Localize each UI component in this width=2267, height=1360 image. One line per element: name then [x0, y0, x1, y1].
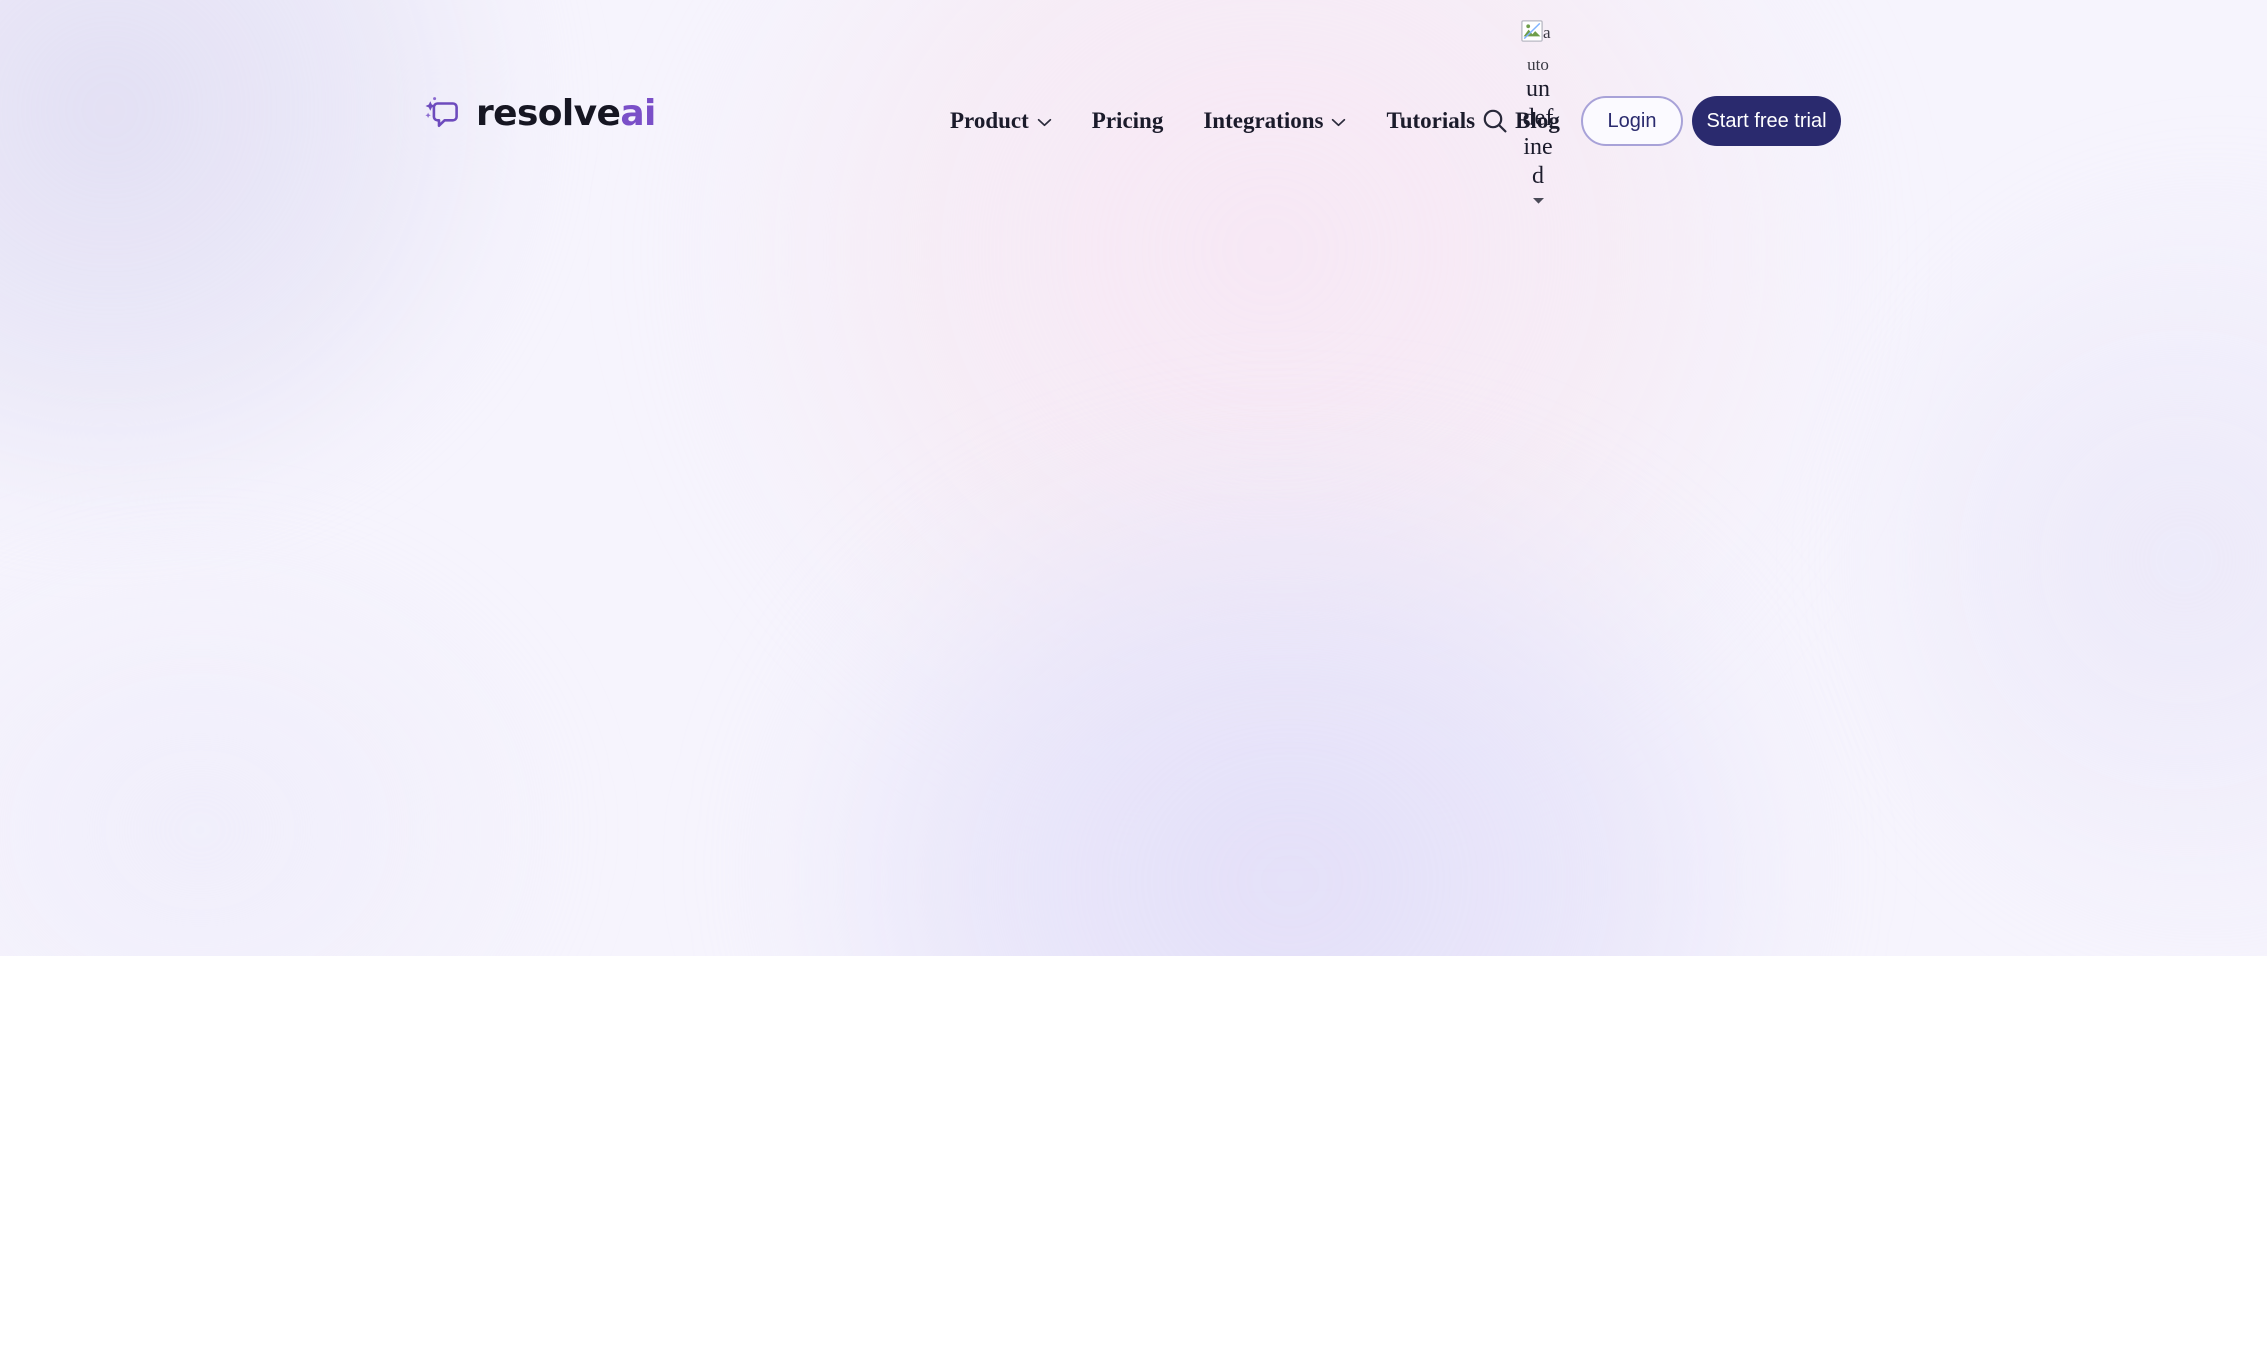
login-button[interactable]: Login — [1581, 96, 1683, 146]
search-button[interactable] — [1474, 100, 1516, 142]
broken-image-alt-head: a — [1543, 23, 1551, 42]
nav-item-integrations-label: Integrations — [1203, 108, 1324, 133]
below-fold-section — [0, 956, 2267, 1360]
chevron-down-icon — [1332, 118, 1346, 127]
logo-link[interactable]: resolveai — [424, 94, 656, 134]
decorative-blob-right — [1880, 180, 2267, 940]
logo-text-accent: ai — [620, 93, 656, 134]
nav-item-product[interactable]: Product — [930, 104, 1072, 138]
decorative-blob-periwinkle — [760, 430, 1820, 956]
nav-item-pricing[interactable]: Pricing — [1072, 104, 1184, 138]
nav-item-integrations[interactable]: Integrations — [1183, 104, 1366, 138]
logo-wordmark: resolveai — [476, 96, 656, 132]
chevron-down-icon — [1532, 198, 1544, 204]
nav-item-pricing-label: Pricing — [1091, 108, 1164, 133]
logo-text-primary: resolve — [476, 93, 621, 134]
nav-item-tutorials-label: Tutorials — [1386, 108, 1476, 133]
broken-image-alt-rest: uto — [1527, 55, 1549, 74]
search-icon — [1483, 109, 1507, 133]
decorative-blob-bottomleft — [0, 520, 580, 956]
header-inner: resolveai Product Pricing Integrations T… — [0, 0, 2267, 238]
start-free-trial-button[interactable]: Start free trial — [1692, 96, 1841, 146]
language-selector[interactable]: a uto undefined — [1520, 20, 1556, 205]
sparkle-chat-bubble-icon — [425, 97, 458, 127]
language-selector-label: undefined — [1522, 76, 1554, 189]
chevron-down-icon — [1037, 118, 1052, 127]
nav-item-product-label: Product — [950, 108, 1029, 133]
site-header: resolveai Product Pricing Integrations T… — [0, 0, 2267, 238]
page-root: resolveai Product Pricing Integrations T… — [0, 0, 2267, 1360]
broken-image-glyph — [1521, 20, 1543, 42]
broken-image-icon: a — [1521, 20, 1555, 54]
